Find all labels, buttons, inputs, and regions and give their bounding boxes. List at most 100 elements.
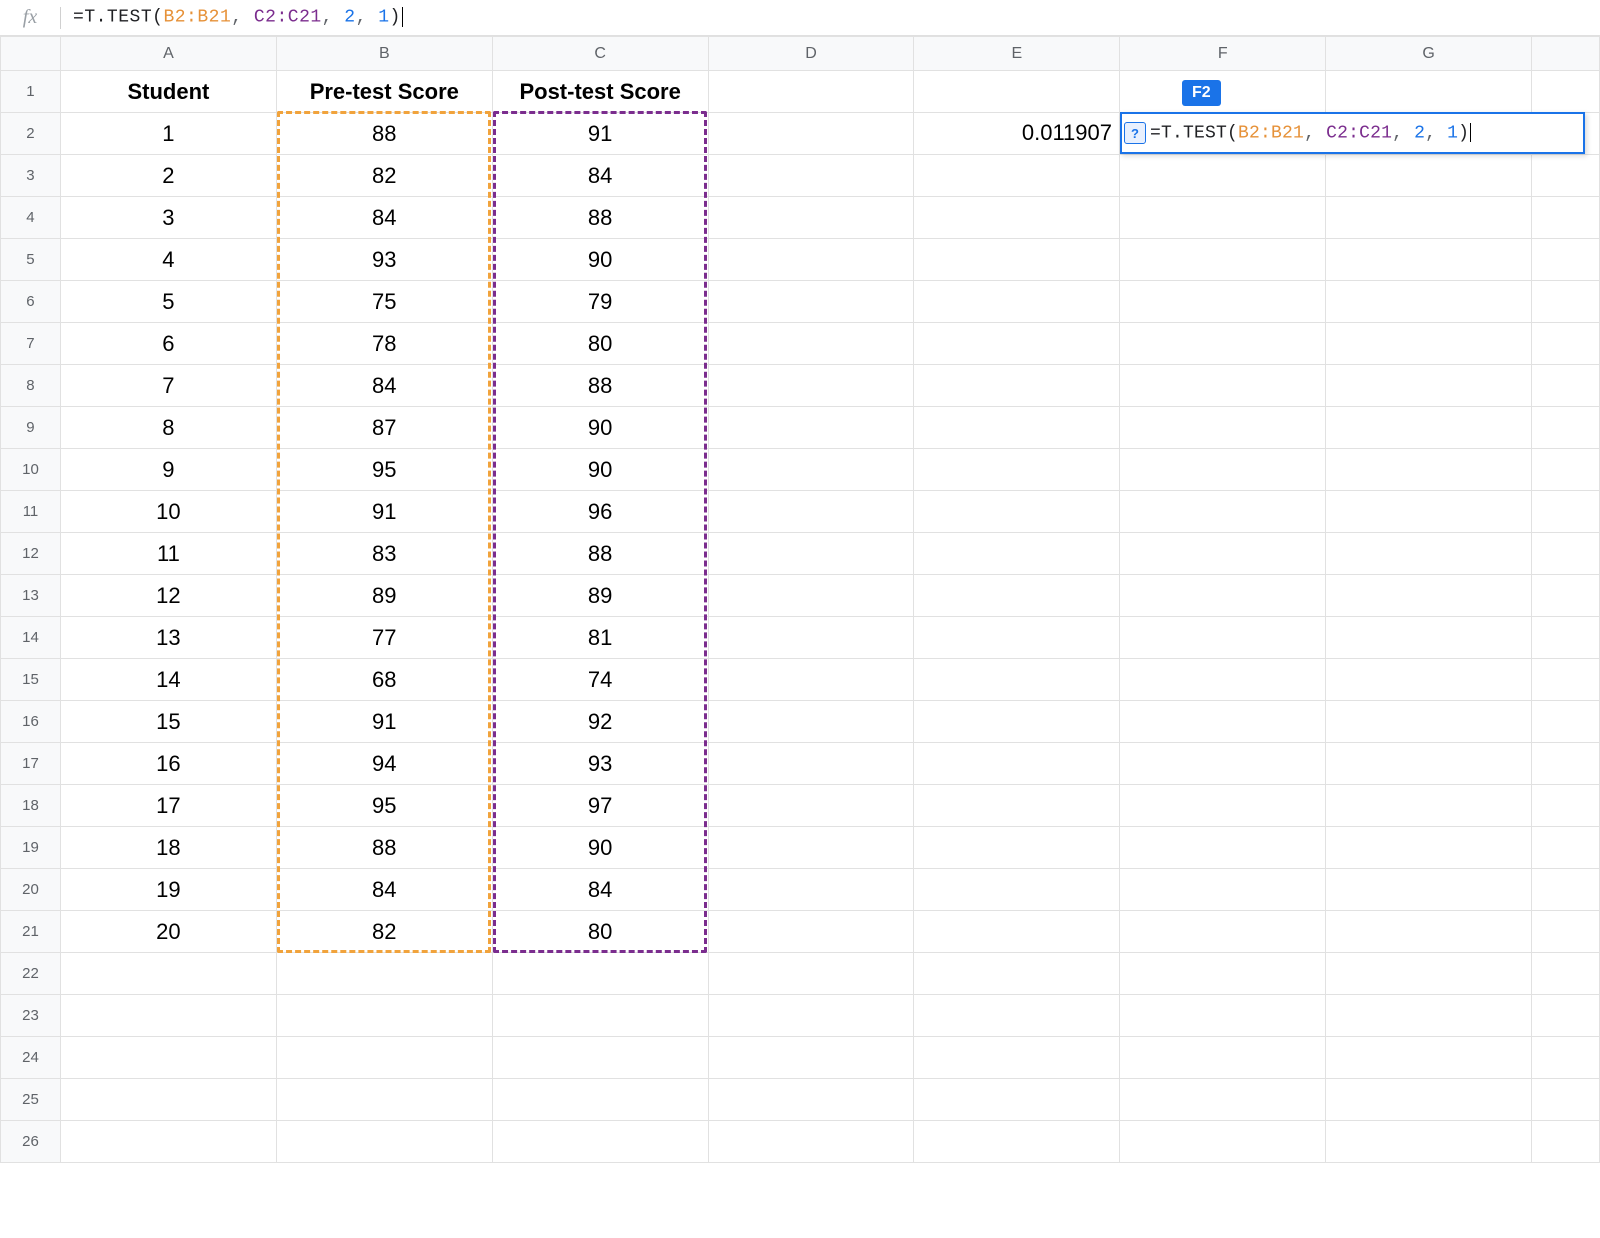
cell[interactable] bbox=[914, 197, 1120, 239]
cell[interactable] bbox=[492, 995, 708, 1037]
row-header[interactable]: 26 bbox=[1, 1121, 61, 1163]
row-header[interactable]: 14 bbox=[1, 617, 61, 659]
row-header[interactable]: 4 bbox=[1, 197, 61, 239]
cell[interactable] bbox=[914, 953, 1120, 995]
cell[interactable] bbox=[1531, 911, 1599, 953]
row-header[interactable]: 20 bbox=[1, 869, 61, 911]
cell[interactable] bbox=[1531, 323, 1599, 365]
cell[interactable] bbox=[276, 953, 492, 995]
cell[interactable] bbox=[708, 407, 914, 449]
cell[interactable] bbox=[914, 407, 1120, 449]
cell[interactable] bbox=[914, 71, 1120, 113]
row-header[interactable]: 21 bbox=[1, 911, 61, 953]
cell[interactable]: 83 bbox=[276, 533, 492, 575]
cell[interactable] bbox=[708, 617, 914, 659]
cell[interactable]: 89 bbox=[492, 575, 708, 617]
cell[interactable] bbox=[1531, 869, 1599, 911]
cell[interactable]: 84 bbox=[276, 197, 492, 239]
cell[interactable]: 92 bbox=[492, 701, 708, 743]
cell[interactable] bbox=[1120, 869, 1326, 911]
cell[interactable] bbox=[1326, 239, 1532, 281]
cell[interactable]: 82 bbox=[276, 911, 492, 953]
cell[interactable] bbox=[492, 1037, 708, 1079]
cell[interactable] bbox=[1531, 827, 1599, 869]
cell[interactable] bbox=[914, 743, 1120, 785]
cell[interactable] bbox=[1326, 995, 1532, 1037]
cell[interactable]: Student bbox=[60, 71, 276, 113]
cell[interactable] bbox=[1120, 71, 1326, 113]
cell[interactable]: 17 bbox=[60, 785, 276, 827]
row-header[interactable]: 12 bbox=[1, 533, 61, 575]
cell[interactable] bbox=[60, 1121, 276, 1163]
row-header[interactable]: 3 bbox=[1, 155, 61, 197]
cell[interactable] bbox=[1531, 71, 1599, 113]
cell[interactable] bbox=[1120, 281, 1326, 323]
cell[interactable] bbox=[1120, 953, 1326, 995]
row-header[interactable]: 18 bbox=[1, 785, 61, 827]
cell[interactable] bbox=[708, 197, 914, 239]
cell[interactable]: 9 bbox=[60, 449, 276, 491]
cell[interactable] bbox=[708, 239, 914, 281]
cell[interactable] bbox=[1326, 575, 1532, 617]
cell[interactable] bbox=[914, 155, 1120, 197]
cell[interactable] bbox=[914, 701, 1120, 743]
cell[interactable] bbox=[1326, 701, 1532, 743]
cell[interactable] bbox=[914, 617, 1120, 659]
cell[interactable]: 79 bbox=[492, 281, 708, 323]
cell[interactable] bbox=[914, 785, 1120, 827]
cell[interactable] bbox=[60, 1079, 276, 1121]
cell[interactable] bbox=[492, 1121, 708, 1163]
cell[interactable] bbox=[1120, 785, 1326, 827]
cell[interactable] bbox=[1326, 743, 1532, 785]
cell[interactable]: 87 bbox=[276, 407, 492, 449]
cell[interactable] bbox=[60, 995, 276, 1037]
cell[interactable] bbox=[1531, 491, 1599, 533]
row-header[interactable]: 24 bbox=[1, 1037, 61, 1079]
cell[interactable] bbox=[1326, 71, 1532, 113]
cell[interactable] bbox=[1326, 911, 1532, 953]
cell[interactable] bbox=[1531, 575, 1599, 617]
col-header-B[interactable]: B bbox=[276, 37, 492, 71]
cell[interactable] bbox=[1120, 155, 1326, 197]
cell[interactable] bbox=[914, 323, 1120, 365]
cell[interactable] bbox=[708, 1037, 914, 1079]
cell[interactable] bbox=[708, 911, 914, 953]
cell[interactable] bbox=[1120, 1121, 1326, 1163]
col-header-G[interactable]: G bbox=[1326, 37, 1532, 71]
cell[interactable]: 3 bbox=[60, 197, 276, 239]
col-header-A[interactable]: A bbox=[60, 37, 276, 71]
cell[interactable]: 6 bbox=[60, 323, 276, 365]
row-header[interactable]: 9 bbox=[1, 407, 61, 449]
cell[interactable] bbox=[1531, 617, 1599, 659]
cell[interactable] bbox=[1531, 953, 1599, 995]
cell[interactable] bbox=[708, 281, 914, 323]
row-header[interactable]: 2 bbox=[1, 113, 61, 155]
cell[interactable]: 19 bbox=[60, 869, 276, 911]
cell[interactable] bbox=[914, 281, 1120, 323]
cell[interactable] bbox=[914, 827, 1120, 869]
row-header[interactable]: 8 bbox=[1, 365, 61, 407]
col-header-F[interactable]: F bbox=[1120, 37, 1326, 71]
cell[interactable]: 84 bbox=[276, 869, 492, 911]
cell[interactable]: 91 bbox=[276, 491, 492, 533]
cell[interactable]: 84 bbox=[276, 365, 492, 407]
cell[interactable] bbox=[914, 365, 1120, 407]
row-header[interactable]: 15 bbox=[1, 659, 61, 701]
cell[interactable] bbox=[1120, 911, 1326, 953]
cell[interactable] bbox=[1120, 743, 1326, 785]
cell[interactable] bbox=[1120, 575, 1326, 617]
cell[interactable]: 88 bbox=[492, 197, 708, 239]
cell[interactable] bbox=[1120, 449, 1326, 491]
cell[interactable] bbox=[914, 575, 1120, 617]
cell[interactable] bbox=[1120, 323, 1326, 365]
cell[interactable] bbox=[708, 533, 914, 575]
cell[interactable]: 97 bbox=[492, 785, 708, 827]
row-header[interactable]: 5 bbox=[1, 239, 61, 281]
cell[interactable] bbox=[1326, 533, 1532, 575]
cell[interactable] bbox=[914, 1121, 1120, 1163]
cell[interactable] bbox=[1326, 953, 1532, 995]
cell[interactable] bbox=[1531, 281, 1599, 323]
cell[interactable] bbox=[60, 953, 276, 995]
cell[interactable] bbox=[914, 449, 1120, 491]
cell[interactable] bbox=[708, 113, 914, 155]
